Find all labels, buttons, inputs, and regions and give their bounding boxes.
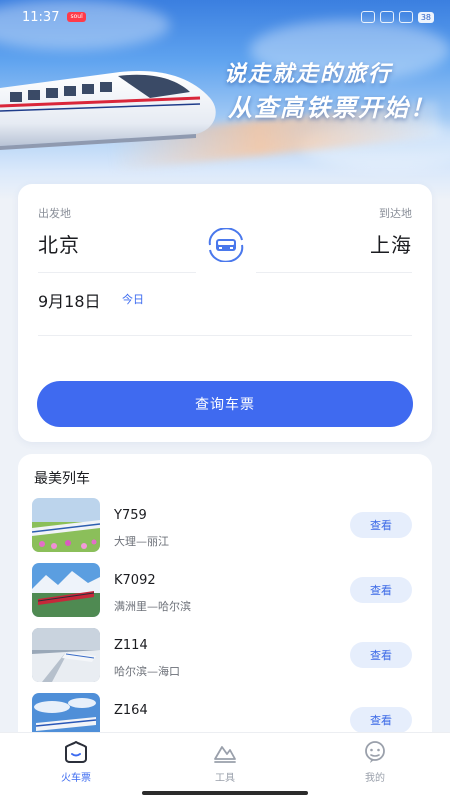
tools-icon bbox=[214, 746, 236, 763]
home-indicator[interactable] bbox=[142, 791, 308, 795]
swap-train-icon bbox=[208, 228, 244, 262]
to-label: 到达地 bbox=[379, 207, 412, 220]
train-thumbnail bbox=[32, 563, 100, 617]
profile-icon bbox=[365, 741, 385, 763]
from-label: 出发地 bbox=[38, 207, 71, 220]
train-route: 哈尔滨—海口 bbox=[114, 665, 180, 678]
train-number: Z114 bbox=[114, 638, 148, 653]
date-divider bbox=[38, 335, 412, 336]
wifi-icon bbox=[398, 11, 413, 23]
notification-badge: soul bbox=[67, 12, 86, 22]
from-city[interactable]: 北京 bbox=[38, 229, 80, 258]
train-number: Z164 bbox=[114, 703, 148, 718]
swap-stations-button[interactable] bbox=[206, 228, 246, 262]
nav-item-tools[interactable]: 工具 bbox=[185, 739, 265, 784]
train-number: K7092 bbox=[114, 573, 156, 588]
hero-slogan-line1: 说走就走的旅行 bbox=[223, 62, 392, 87]
nav-item-profile[interactable]: 我的 bbox=[335, 739, 415, 784]
hd-signal-icon bbox=[360, 11, 375, 23]
to-city[interactable]: 上海 bbox=[370, 229, 412, 258]
train-route: 满洲里—哈尔滨 bbox=[114, 600, 191, 613]
train-thumbnail bbox=[32, 693, 100, 732]
nav-item-train-ticket[interactable]: 火车票 bbox=[36, 739, 116, 784]
query-tickets-button[interactable]: 查询车票 bbox=[37, 381, 413, 427]
list-item: Z114 哈尔滨—海口 查看 bbox=[18, 628, 432, 686]
bottom-nav: 火车票 工具 我的 bbox=[0, 732, 450, 800]
battery-icon: 38 bbox=[417, 11, 434, 23]
nav-label: 我的 bbox=[365, 773, 385, 784]
beautiful-trains-card: 最美列车 Y759 大理—丽江 查看 K7092 满洲里—哈尔滨 查看 Z114… bbox=[18, 454, 432, 732]
nav-label: 火车票 bbox=[61, 773, 91, 784]
train-thumbnail bbox=[32, 498, 100, 552]
nav-label: 工具 bbox=[215, 773, 235, 784]
view-button[interactable]: 查看 bbox=[350, 642, 412, 668]
list-item: Z164 查看 bbox=[18, 693, 432, 732]
train-illustration bbox=[0, 71, 216, 150]
list-item: Y759 大理—丽江 查看 bbox=[18, 498, 432, 556]
view-button[interactable]: 查看 bbox=[350, 512, 412, 538]
ticket-search-card: 出发地 到达地 北京 上海 9月18日 今日 查询车票 bbox=[18, 184, 432, 442]
status-bar: 11:37 soul 38 bbox=[0, 0, 450, 34]
status-icons: 38 bbox=[360, 11, 434, 23]
today-tag: 今日 bbox=[122, 293, 144, 306]
hd-signal-icon bbox=[379, 11, 394, 23]
train-route: 大理—丽江 bbox=[114, 535, 169, 548]
to-divider bbox=[256, 272, 412, 273]
train-thumbnail bbox=[32, 628, 100, 682]
list-item: K7092 满洲里—哈尔滨 查看 bbox=[18, 563, 432, 621]
train-ticket-icon bbox=[65, 741, 87, 763]
view-button[interactable]: 查看 bbox=[350, 707, 412, 732]
hero-slogan-line2: 从查高铁票开始！ bbox=[228, 94, 436, 122]
view-button[interactable]: 查看 bbox=[350, 577, 412, 603]
departure-date[interactable]: 9月18日 bbox=[38, 288, 101, 312]
section-title: 最美列车 bbox=[34, 471, 90, 487]
train-number: Y759 bbox=[114, 508, 147, 523]
status-time: 11:37 bbox=[22, 9, 60, 25]
from-divider bbox=[38, 272, 196, 273]
